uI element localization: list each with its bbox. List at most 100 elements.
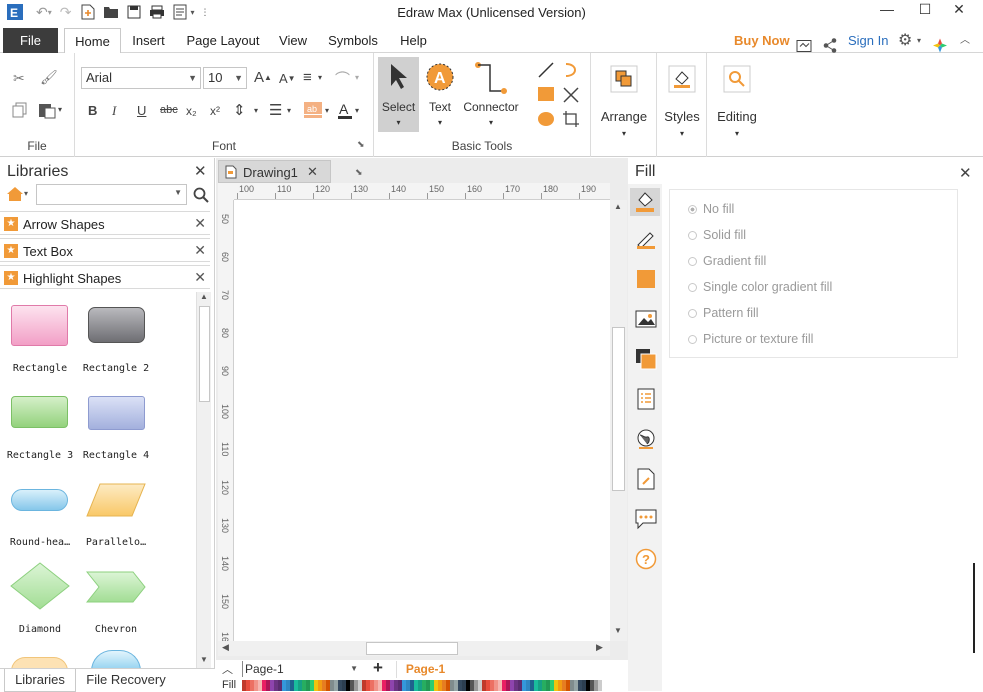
maximize-button[interactable]: ☐ (910, 1, 940, 21)
text-path-icon[interactable]: ⌒ (335, 68, 350, 89)
text-tool-button[interactable]: A Text ▾ (422, 57, 458, 132)
fill-icon[interactable] (630, 188, 660, 216)
close-libraries-icon[interactable]: ✕ (194, 162, 207, 180)
scroll-down-icon[interactable]: ▼ (200, 655, 208, 664)
parallelogram-shape[interactable] (86, 483, 146, 517)
help-icon[interactable]: ? (635, 548, 657, 570)
line-tool-icon[interactable] (537, 61, 555, 79)
settings-dropdown-icon[interactable]: ▾ (917, 28, 921, 53)
connector-tool-button[interactable]: Connector ▾ (460, 57, 522, 132)
scrollbar-thumb[interactable] (366, 642, 458, 655)
close-fill-panel-icon[interactable]: ✕ (959, 164, 972, 182)
library-search-input[interactable]: ▼ (36, 184, 187, 205)
library-home-icon[interactable] (6, 186, 24, 202)
scroll-left-icon[interactable]: ◀ (222, 642, 229, 653)
library-section-highlight-shapes[interactable]: ★ Highlight Shapes ✕ (0, 265, 210, 289)
diamond-shape[interactable] (10, 562, 70, 610)
line-spacing-dropdown-icon[interactable]: ▾ (254, 106, 258, 115)
tab-insert[interactable]: Insert (126, 28, 171, 53)
align-dropdown-icon[interactable]: ▾ (318, 73, 322, 82)
tab-help[interactable]: Help (394, 28, 433, 53)
paste-icon[interactable] (38, 101, 56, 119)
drawing-canvas[interactable] (234, 200, 610, 641)
layer-icon[interactable] (635, 348, 657, 370)
scrollbar-thumb[interactable] (199, 306, 210, 402)
sign-in-link[interactable]: Sign In (848, 28, 888, 53)
close-button[interactable]: ✕ (944, 1, 974, 21)
line-spacing-icon[interactable]: ⇕ (233, 101, 246, 119)
scrollbar-thumb[interactable] (612, 327, 625, 491)
tab-file[interactable]: File (3, 28, 58, 53)
select-tool-button[interactable]: Select ▾ (378, 57, 419, 132)
fill-option-pattern-fill[interactable]: Pattern fill (688, 306, 759, 320)
italic-button[interactable]: I (112, 103, 116, 119)
underline-button[interactable]: U (137, 103, 146, 118)
fill-option-no-fill[interactable]: No fill (688, 202, 734, 216)
page-icon[interactable] (635, 388, 657, 410)
arc-tool-icon[interactable] (562, 61, 580, 79)
shrink-font-button[interactable]: A ▼ (279, 71, 296, 86)
fill-option-picture-fill[interactable]: Picture or texture fill (688, 332, 813, 346)
tab-file-recovery[interactable]: File Recovery (80, 669, 172, 692)
library-section-arrow-shapes[interactable]: ★ Arrow Shapes ✕ (0, 211, 210, 235)
fill-option-solid-fill[interactable]: Solid fill (688, 228, 746, 242)
library-scrollbar[interactable]: ▲ ▼ (196, 292, 211, 668)
styles-group[interactable]: Styles ▾ (657, 53, 707, 157)
copy-icon[interactable] (12, 102, 28, 118)
document-dialog-launcher-icon[interactable]: ⬊ (355, 167, 363, 178)
comment-icon[interactable] (635, 508, 657, 530)
round-head-shape[interactable] (11, 489, 68, 511)
arrange-group[interactable]: Arrange ▾ (591, 53, 657, 157)
editing-group[interactable]: Editing ▾ (707, 53, 767, 157)
rectangle-4-shape[interactable] (88, 396, 145, 430)
search-icon[interactable] (193, 187, 209, 203)
page-select[interactable]: Page-1 ▼ (242, 661, 362, 677)
settings-gear-icon[interactable]: ⚙ (898, 28, 912, 53)
close-section-icon[interactable]: ✕ (194, 269, 206, 286)
rectangle-3-shape[interactable] (11, 396, 68, 428)
line-icon[interactable] (635, 228, 657, 250)
fill-option-single-color-gradient[interactable]: Single color gradient fill (688, 280, 832, 294)
tab-home[interactable]: Home (64, 28, 121, 54)
ellipse-tool-icon[interactable] (537, 111, 555, 127)
rectangle-tool-icon[interactable] (537, 86, 555, 102)
strikethrough-button[interactable]: abc (160, 104, 178, 116)
tab-symbols[interactable]: Symbols (323, 28, 383, 53)
bullets-icon[interactable]: ☰ (269, 101, 282, 119)
font-color-dropdown-icon[interactable]: ▾ (355, 106, 359, 115)
canvas-horizontal-scrollbar[interactable]: ◀ ▶ (218, 641, 610, 656)
x-tool-icon[interactable] (562, 86, 580, 104)
scroll-right-icon[interactable]: ▶ (596, 642, 603, 653)
paste-dropdown-icon[interactable]: ▾ (58, 105, 62, 114)
rectangle-shape[interactable] (11, 305, 68, 346)
font-size-select[interactable]: 10 ▼ (203, 67, 247, 89)
font-family-select[interactable]: Arial ▼ (81, 67, 201, 89)
globe-icon[interactable] (635, 428, 657, 450)
minimize-button[interactable]: — (872, 1, 902, 21)
tab-libraries[interactable]: Libraries (4, 669, 76, 692)
file-attachment-icon[interactable] (635, 468, 657, 490)
highlight-color-icon[interactable]: ab (304, 102, 322, 118)
highlight-dropdown-icon[interactable]: ▾ (325, 106, 329, 115)
scroll-up-icon[interactable]: ▲ (614, 202, 622, 211)
format-painter-icon[interactable]: 🖌 (40, 69, 58, 86)
canvas-vertical-scrollbar[interactable]: ▲ ▼ (610, 200, 627, 641)
crop-tool-icon[interactable] (562, 110, 580, 128)
shadow-icon[interactable] (635, 268, 657, 290)
font-color-icon[interactable]: A (338, 101, 352, 119)
document-tab[interactable]: Drawing1 ✕ (218, 160, 331, 183)
grow-font-button[interactable]: A ▲ (254, 69, 272, 86)
close-section-icon[interactable]: ✕ (194, 215, 206, 232)
fill-option-gradient-fill[interactable]: Gradient fill (688, 254, 766, 268)
bullets-dropdown-icon[interactable]: ▾ (287, 106, 291, 115)
scroll-down-icon[interactable]: ▼ (614, 626, 622, 635)
close-tab-icon[interactable]: ✕ (307, 164, 318, 180)
image-icon[interactable] (635, 308, 657, 330)
add-page-icon[interactable]: + (373, 658, 383, 678)
tab-page-layout[interactable]: Page Layout (182, 28, 264, 53)
scroll-up-icon[interactable]: ▲ (200, 292, 208, 301)
superscript-button[interactable]: x² (210, 104, 220, 118)
chevron-shape[interactable] (86, 571, 146, 603)
tab-view[interactable]: View (274, 28, 312, 53)
collapse-ribbon-icon[interactable]: ︿ (960, 28, 970, 53)
